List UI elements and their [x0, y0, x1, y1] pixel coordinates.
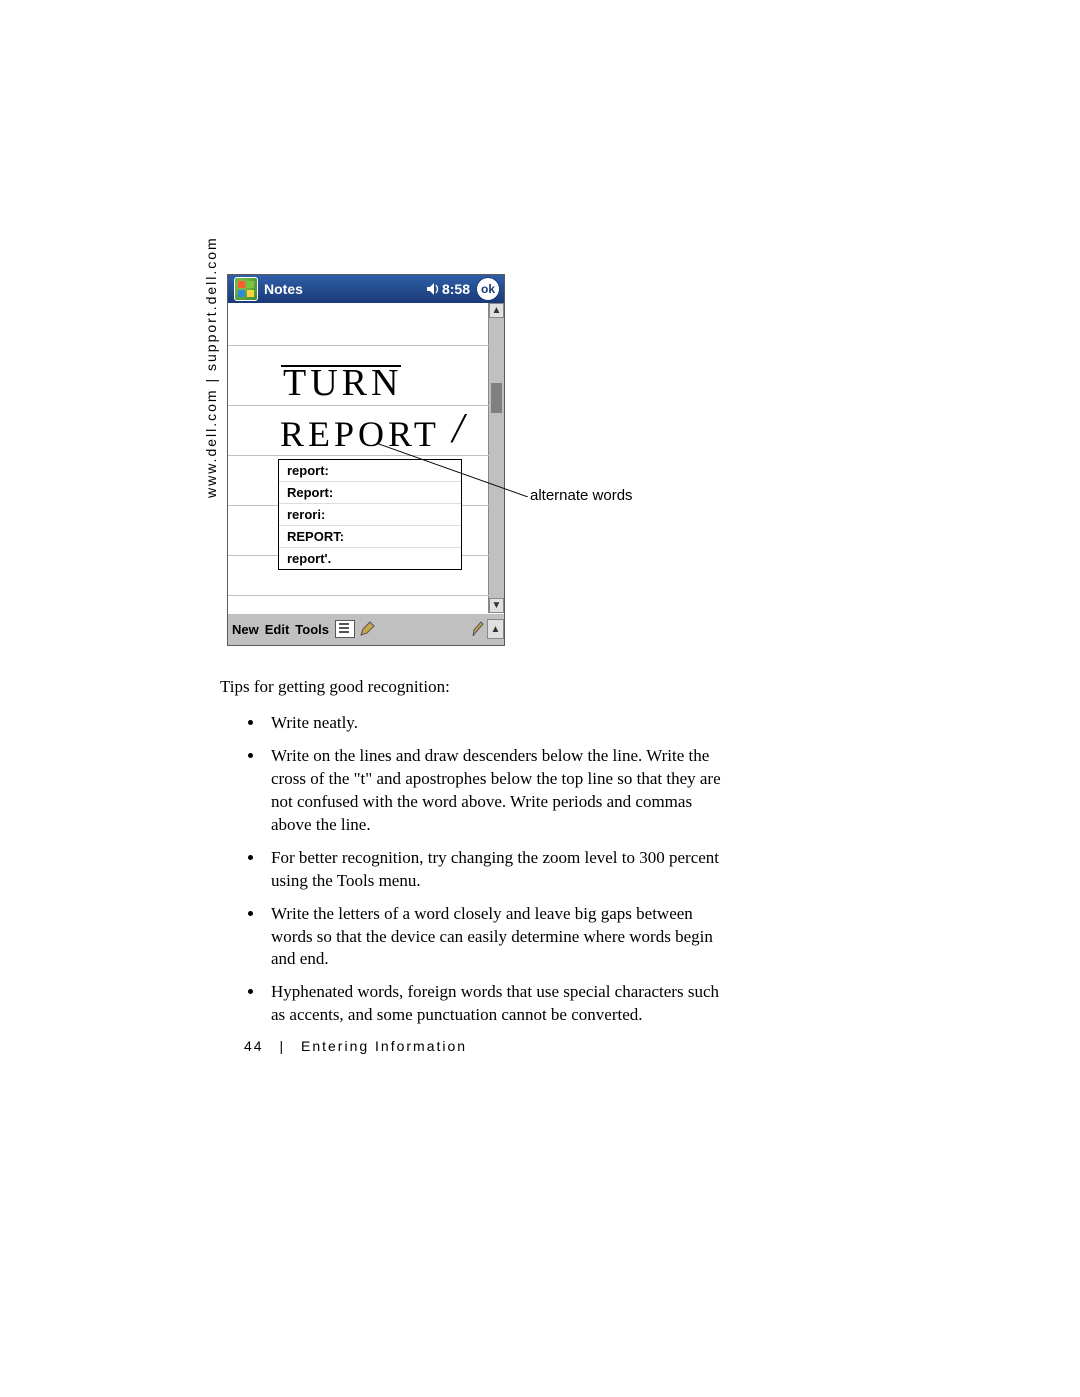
alt-word-option[interactable]: report'. — [279, 548, 461, 569]
alt-word-option[interactable]: report: — [279, 460, 461, 482]
handwriting-line-2: REPORT/ — [280, 413, 440, 455]
clock-text: 8:58 — [442, 281, 470, 297]
vertical-scrollbar[interactable]: ▲ ▼ — [488, 303, 504, 613]
chapter-title: Entering Information — [301, 1038, 467, 1054]
tip-item: Write the letters of a word closely and … — [265, 903, 725, 972]
recording-toolbar-icon[interactable] — [335, 620, 355, 638]
input-panel-icon[interactable] — [471, 620, 485, 638]
alt-word-option[interactable]: Report: — [279, 482, 461, 504]
menu-edit[interactable]: Edit — [265, 622, 290, 637]
input-panel-up-arrow[interactable]: ▲ — [487, 619, 504, 639]
titlebar: Notes 8:58 ok — [228, 275, 504, 303]
menu-tools[interactable]: Tools — [295, 622, 329, 637]
tip-item: Write neatly. — [265, 712, 725, 735]
manual-page: www.dell.com | support.dell.com Notes 8:… — [0, 0, 1080, 1397]
volume-icon[interactable] — [426, 282, 440, 296]
page-number: 44 — [244, 1038, 264, 1054]
footer-separator: | — [279, 1038, 285, 1054]
pocketpc-screenshot: Notes 8:58 ok ▲ ▼ TURN REPORT/ report: R… — [227, 274, 505, 646]
ok-button[interactable]: ok — [476, 277, 500, 301]
app-title: Notes — [264, 281, 426, 297]
side-url-text: www.dell.com | support.dell.com — [203, 236, 219, 498]
menu-new[interactable]: New — [232, 622, 259, 637]
tip-item: Hyphenated words, foreign words that use… — [265, 981, 725, 1027]
handwriting-line-1: TURN — [283, 361, 402, 405]
tips-intro-text: Tips for getting good recognition: — [220, 676, 700, 699]
alt-word-option[interactable]: REPORT: — [279, 526, 461, 548]
scroll-up-arrow[interactable]: ▲ — [489, 303, 504, 318]
pen-toggle-icon[interactable] — [359, 621, 375, 637]
note-writing-area[interactable]: ▲ ▼ TURN REPORT/ report: Report: rerori:… — [228, 303, 489, 613]
tip-item: For better recognition, try changing the… — [265, 847, 725, 893]
bottom-menu-bar: New Edit Tools ▲ — [228, 613, 504, 644]
tip-item: Write on the lines and draw descenders b… — [265, 745, 725, 837]
scroll-thumb[interactable] — [491, 383, 502, 413]
scroll-down-arrow[interactable]: ▼ — [489, 598, 504, 613]
alternate-words-popup[interactable]: report: Report: rerori: REPORT: report'. — [278, 459, 462, 570]
page-footer: 44 | Entering Information — [244, 1038, 467, 1054]
alt-word-option[interactable]: rerori: — [279, 504, 461, 526]
tips-list: Write neatly. Write on the lines and dra… — [245, 702, 725, 1037]
start-icon[interactable] — [234, 277, 258, 301]
callout-label: alternate words — [530, 485, 633, 506]
